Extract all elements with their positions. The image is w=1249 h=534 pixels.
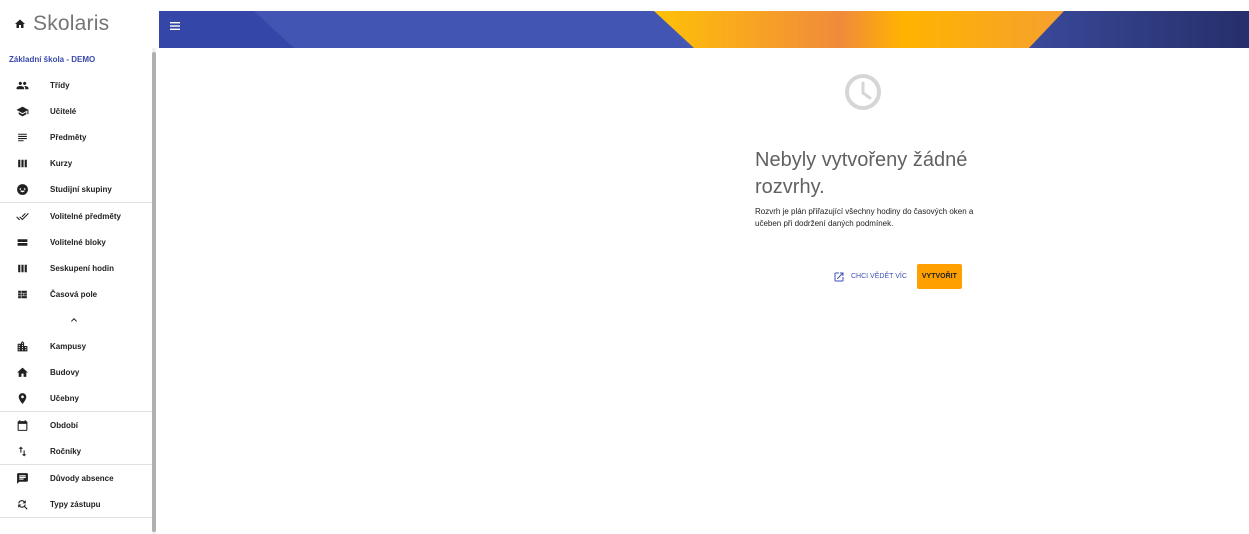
sidebar-item[interactable]: Volitelné předměty — [0, 203, 152, 229]
sidebar-divider — [0, 517, 152, 518]
empty-state-title: Nebyly vytvořeny žádné rozvrhy. — [755, 149, 968, 198]
sidebar-item-label: Učitelé — [50, 106, 77, 116]
clock-icon — [845, 74, 881, 110]
graduation-cap-icon — [16, 106, 28, 116]
grid-blocks-icon — [17, 290, 27, 298]
sidebar-item-label: Důvody absence — [50, 473, 114, 483]
sidebar-item[interactable]: Studijní skupiny — [0, 176, 152, 202]
double-check-icon — [15, 212, 29, 220]
learn-more-label: Chci vědět víc — [851, 273, 907, 280]
sidebar-item-label: Kurzy — [50, 158, 73, 168]
create-button[interactable]: Vytvořit — [916, 264, 962, 289]
sidebar-item-label: Předměty — [50, 132, 87, 142]
sidebar-item[interactable]: Učebny — [0, 385, 152, 411]
sidebar-item-label: Období — [50, 420, 78, 430]
city-icon — [17, 340, 27, 351]
sidebar-item[interactable]: Třídy — [0, 72, 152, 98]
group-circle-icon — [16, 183, 28, 195]
sidebar-item[interactable]: Předměty — [0, 124, 152, 150]
learn-more-button[interactable]: Chci vědět víc — [833, 271, 907, 283]
sidebar-item[interactable]: Období — [0, 412, 152, 438]
people-icon — [16, 81, 28, 89]
calendar-icon — [17, 419, 27, 431]
chevron-up-icon — [71, 318, 77, 322]
sidebar-item[interactable]: Časová pole — [0, 281, 152, 307]
empty-state-description: Rozvrh je plán přiřazující všechny hodin… — [755, 207, 974, 228]
brand[interactable]: Skolaris — [0, 0, 152, 48]
sidebar-item[interactable]: Seskupení hodin — [0, 255, 152, 281]
top-app-bar — [159, 11, 1249, 48]
sidebar-item[interactable]: Důvody absence — [0, 465, 152, 491]
sidebar-item-label: Volitelné bloky — [50, 237, 106, 247]
sort-arrows-icon — [18, 446, 26, 456]
columns-icon — [17, 264, 27, 272]
sidebar-item[interactable]: Budovy — [0, 359, 152, 385]
sidebar-item[interactable]: Kampusy — [0, 333, 152, 359]
sidebar-item-label: Volitelné předměty — [50, 211, 121, 221]
sidebar-item-label: Studijní skupiny — [50, 184, 112, 194]
blocks-icon — [17, 238, 27, 246]
empty-state-actions: Chci vědět víc Vytvořit — [833, 264, 962, 289]
sidebar-item-label: Třídy — [50, 80, 70, 90]
menu-button[interactable] — [170, 22, 184, 36]
sidebar-item[interactable]: Učitelé — [0, 98, 152, 124]
sidebar-scrollbar-thumb[interactable] — [152, 52, 156, 532]
sidebar-item-label: Typy zástupu — [50, 499, 101, 509]
sidebar-item[interactable]: Typy zástupu — [0, 491, 152, 517]
sidebar-item[interactable]: Volitelné bloky — [0, 229, 152, 255]
open-external-icon — [834, 272, 844, 281]
hamburger-icon — [170, 22, 180, 30]
sidebar-item[interactable]: Kurzy — [0, 150, 152, 176]
sidebar-item-label: Učebny — [50, 393, 79, 403]
header-banner-graphic — [159, 11, 1249, 48]
columns-icon — [17, 159, 27, 167]
sidebar-item-label: Ročníky — [50, 446, 82, 456]
sidebar-scrollbar[interactable] — [152, 48, 156, 534]
sidebar-item[interactable]: Ročníky — [0, 438, 152, 464]
sidebar-item-label: Budovy — [50, 367, 80, 377]
school-name[interactable]: Základní škola - DEMO — [0, 48, 152, 72]
app-name: Skolaris — [33, 12, 110, 35]
sidebar-item-label: Kampusy — [50, 341, 87, 351]
sidebar-item-label: Časová pole — [50, 289, 98, 299]
sidebar-item-label: Seskupení hodin — [50, 263, 115, 273]
location-pin-icon — [18, 392, 26, 404]
chat-icon — [16, 472, 28, 484]
subject-lines-icon — [17, 133, 27, 141]
home-icon — [16, 367, 28, 377]
home-icon — [15, 19, 25, 28]
sidebar-nav: Třídy Učitelé Předměty Kurzy Studijní skupin… — [0, 72, 152, 518]
swap-search-icon — [17, 499, 28, 510]
collapse-button[interactable] — [0, 307, 152, 333]
sidebar: Skolaris Základní škola - DEMO Třídy Učit… — [0, 0, 152, 534]
